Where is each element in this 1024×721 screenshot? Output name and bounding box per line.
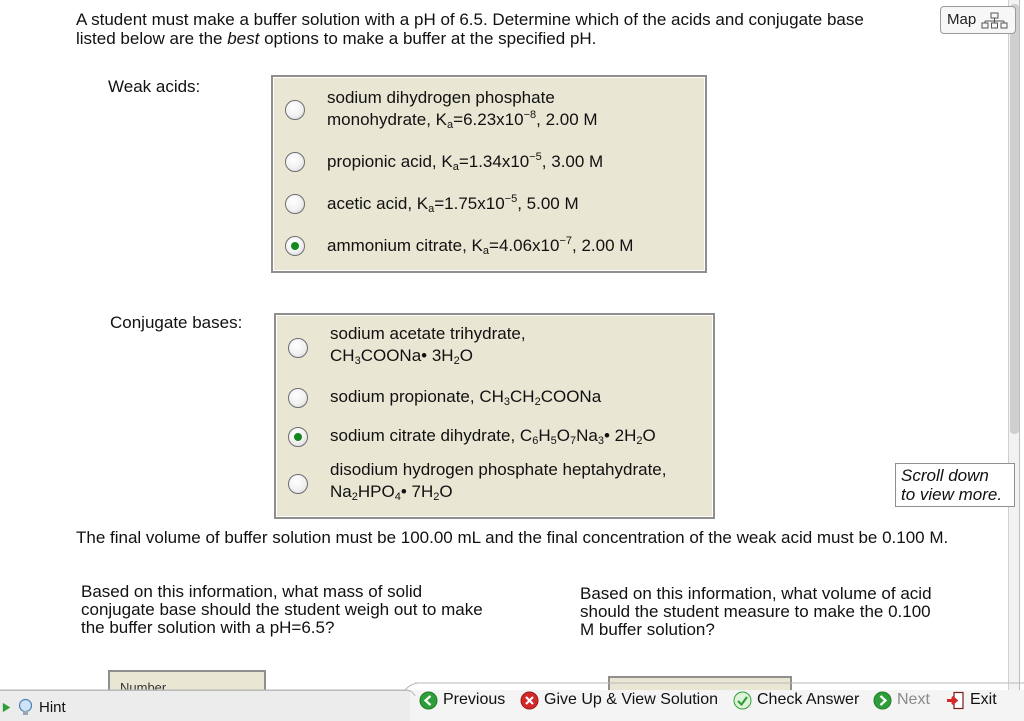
conjugate-base-option-3[interactable]: sodium citrate dihydrate, C6H5O7Na3• 2H2… <box>276 424 713 450</box>
hint-button[interactable]: Hint <box>2 696 66 718</box>
toolbar-edge <box>0 682 1024 696</box>
conjugate-bases-label: Conjugate bases: <box>110 313 243 332</box>
give-up-button[interactable]: Give Up & View Solution <box>520 689 718 711</box>
exit-button[interactable]: Exit <box>946 689 997 711</box>
weak-acids-label: Weak acids: <box>108 77 201 96</box>
exit-door-icon <box>947 691 964 709</box>
weak-acid-option-2[interactable]: propionic acid, Ka=1.34x10−5, 3.00 M <box>273 149 705 175</box>
next-button[interactable]: Next <box>873 689 930 711</box>
next-arrow-icon <box>873 691 892 709</box>
conjugate-base-option-1[interactable]: sodium acetate trihydrate, CH3COONa• 3H2… <box>276 323 713 369</box>
bottom-toolbar: Hint Previous Give Up & View Solution Ch… <box>0 682 1024 721</box>
hint-label: Hint <box>39 698 66 716</box>
radio-weak-acid-2[interactable] <box>285 152 305 172</box>
weak-acid-option-3[interactable]: acetic acid, Ka=1.75x10−5, 5.00 M <box>273 191 705 217</box>
radio-conjugate-base-4[interactable] <box>288 474 308 494</box>
radio-conjugate-base-1[interactable] <box>288 338 308 358</box>
radio-weak-acid-1[interactable] <box>285 100 305 120</box>
question-content: A student must make a buffer solution wi… <box>0 0 1008 690</box>
weak-acid-option-4[interactable]: ammonium citrate, Ka=4.06x10−7, 2.00 M <box>273 233 705 259</box>
previous-arrow-icon <box>419 691 438 709</box>
question-intro: A student must make a buffer solution wi… <box>76 10 864 48</box>
question-frame: A student must make a buffer solution wi… <box>0 0 1020 690</box>
play-arrow-icon <box>2 702 11 712</box>
emphasis-best: best <box>227 29 260 48</box>
weak-acid-option-1[interactable]: sodium dihydrogen phosphate monohydrate,… <box>273 85 705 131</box>
subquestion-mass: Based on this information, what mass of … <box>81 582 483 637</box>
problem-paragraph: The final volume of buffer solution must… <box>76 528 949 547</box>
weak-acids-choice-box: sodium dihydrogen phosphate monohydrate,… <box>271 75 707 273</box>
map-button[interactable]: Map <box>940 6 1016 34</box>
scroll-down-note: Scroll down to view more. <box>895 463 1015 507</box>
radio-weak-acid-4[interactable] <box>285 236 305 256</box>
check-mark-icon <box>733 691 752 709</box>
conjugate-base-option-4[interactable]: disodium hydrogen phosphate heptahydrate… <box>276 459 713 505</box>
conjugate-bases-choice-box: sodium acetate trihydrate, CH3COONa• 3H2… <box>274 313 715 519</box>
check-answer-button[interactable]: Check Answer <box>733 689 859 711</box>
radio-weak-acid-3[interactable] <box>285 194 305 214</box>
scrollbar-thumb[interactable] <box>1010 4 1019 434</box>
vertical-scrollbar[interactable] <box>1008 0 1019 690</box>
lightbulb-icon <box>18 698 33 715</box>
map-button-label: Map <box>947 11 977 28</box>
map-network-icon <box>981 12 1008 29</box>
radio-conjugate-base-2[interactable] <box>288 388 308 408</box>
radio-conjugate-base-3[interactable] <box>288 427 308 447</box>
previous-button[interactable]: Previous <box>419 689 505 711</box>
subquestion-volume: Based on this information, what volume o… <box>580 584 932 639</box>
give-up-x-icon <box>520 691 539 709</box>
conjugate-base-option-2[interactable]: sodium propionate, CH3CH2COONa <box>276 385 713 411</box>
